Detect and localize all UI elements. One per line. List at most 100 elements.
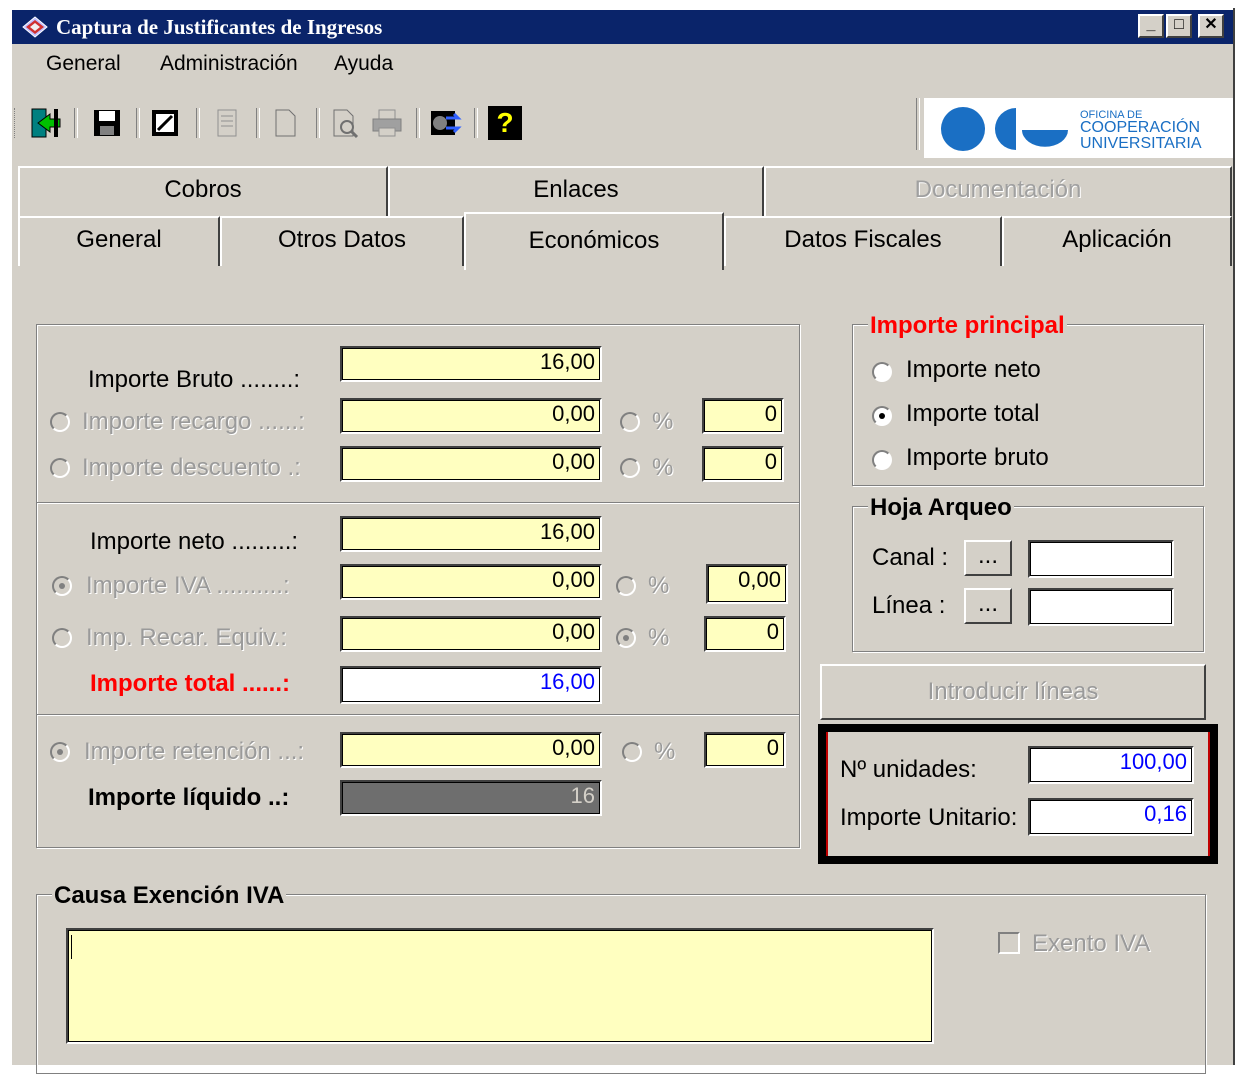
iva-field[interactable]: 0,00 bbox=[340, 564, 602, 600]
window-title: Captura de Justificantes de Ingresos bbox=[56, 15, 383, 39]
close-button[interactable]: ✕ bbox=[1198, 14, 1224, 38]
tab-otros-datos-label: Otros Datos bbox=[277, 226, 407, 253]
importe-total-option-label: Importe total bbox=[906, 400, 1040, 427]
minimize-button[interactable]: _ bbox=[1138, 14, 1164, 38]
unitario-field[interactable]: 0,16 bbox=[1028, 798, 1194, 836]
total-field[interactable]: 16,00 bbox=[340, 666, 602, 704]
hoja-arqueo-group bbox=[852, 506, 1204, 652]
app-icon bbox=[22, 16, 48, 38]
importe-total-radio[interactable] bbox=[872, 406, 892, 426]
causa-exencion-textarea[interactable] bbox=[66, 928, 934, 1044]
tab-enlaces-label: Enlaces bbox=[533, 176, 619, 203]
toolbar: ? bbox=[12, 96, 916, 150]
toolbar-separator bbox=[136, 108, 140, 138]
linea-field[interactable] bbox=[1028, 588, 1174, 626]
save-icon[interactable] bbox=[90, 106, 124, 140]
toolbar-separator bbox=[196, 108, 200, 138]
importe-neto-radio[interactable] bbox=[872, 362, 892, 382]
descuento-field[interactable]: 0,00 bbox=[340, 446, 602, 482]
amounts-divider bbox=[37, 502, 799, 504]
tab-general[interactable]: General bbox=[18, 216, 220, 266]
tab-aplicacion[interactable]: Aplicación bbox=[1002, 216, 1232, 266]
recargo-equiv-pct-label: % bbox=[648, 624, 670, 651]
causa-exencion-title: Causa Exención IVA bbox=[52, 882, 287, 910]
iva-pct-field[interactable]: 0,00 bbox=[706, 564, 788, 604]
tab-aplicacion-label: Aplicación bbox=[1062, 226, 1172, 253]
close-icon: ✕ bbox=[1204, 16, 1218, 33]
exento-iva-checkbox[interactable] bbox=[998, 932, 1020, 954]
recargo-equiv-pct-radio bbox=[616, 628, 636, 648]
print-preview-icon[interactable] bbox=[328, 106, 362, 140]
recargo-equiv-label: Imp. Recar. Equiv.: bbox=[86, 624, 287, 651]
minimize-icon: _ bbox=[1146, 16, 1156, 33]
recargo-label: Importe recargo ......: bbox=[82, 408, 305, 435]
retencion-field[interactable]: 0,00 bbox=[340, 732, 602, 768]
maximize-button[interactable]: □ bbox=[1166, 14, 1192, 38]
hoja-arqueo-title: Hoja Arqueo bbox=[868, 494, 1014, 522]
neto-label: Importe neto .........: bbox=[90, 528, 299, 555]
recargo-pct-field[interactable]: 0 bbox=[702, 398, 784, 434]
iva-pct-radio bbox=[616, 576, 636, 596]
window-right-edge bbox=[1233, 8, 1235, 1065]
text-cursor bbox=[71, 935, 72, 959]
importe-bruto-option-label: Importe bruto bbox=[906, 444, 1049, 471]
bruto-label: Importe Bruto ........: bbox=[88, 366, 301, 393]
edit-icon[interactable] bbox=[148, 106, 182, 140]
tab-general-label: General bbox=[76, 226, 162, 253]
recargo-equiv-pct-field[interactable]: 0 bbox=[704, 616, 786, 652]
menu-administracion[interactable]: Administración bbox=[160, 52, 298, 76]
toolbar-separator bbox=[74, 108, 78, 138]
exchange-icon[interactable] bbox=[428, 106, 462, 140]
descuento-pct-label: % bbox=[652, 454, 674, 481]
logo-mark bbox=[941, 107, 1068, 151]
unidades-label: Nº unidades: bbox=[840, 756, 977, 783]
tab-datos-fiscales[interactable]: Datos Fiscales bbox=[724, 216, 1002, 266]
tab-cobros[interactable]: Cobros bbox=[18, 166, 388, 216]
recargo-equiv-field[interactable]: 0,00 bbox=[340, 616, 602, 652]
tab-documentacion-label: Documentación bbox=[914, 176, 1082, 203]
maximize-icon: □ bbox=[1174, 16, 1184, 33]
document-icon[interactable] bbox=[210, 106, 244, 140]
tab-cobros-label: Cobros bbox=[164, 176, 242, 203]
help-icon[interactable]: ? bbox=[488, 106, 522, 140]
tab-datos-fiscales-label: Datos Fiscales bbox=[784, 226, 942, 253]
bruto-field[interactable]: 16,00 bbox=[340, 346, 602, 382]
descuento-pct-radio bbox=[620, 458, 640, 478]
logo-line2: COOPERACIÓN bbox=[1080, 119, 1201, 136]
unidades-field[interactable]: 100,00 bbox=[1028, 746, 1194, 784]
linea-lookup-button[interactable]: ... bbox=[964, 588, 1012, 624]
importe-bruto-radio[interactable] bbox=[872, 450, 892, 470]
canal-field[interactable] bbox=[1028, 540, 1174, 578]
tab-economicos-label: Económicos bbox=[528, 227, 660, 254]
retencion-pct-radio bbox=[622, 742, 642, 762]
menu-ayuda[interactable]: Ayuda bbox=[334, 52, 393, 76]
new-page-icon[interactable] bbox=[268, 106, 302, 140]
tab-documentacion: Documentación bbox=[764, 166, 1232, 216]
introducir-lineas-button[interactable]: Introducir líneas bbox=[820, 664, 1206, 720]
amounts-divider bbox=[37, 714, 799, 716]
tab-otros-datos[interactable]: Otros Datos bbox=[220, 216, 464, 266]
unitario-label: Importe Unitario: bbox=[840, 804, 1018, 831]
retencion-label: Importe retención ...: bbox=[84, 738, 305, 765]
toolbar-separator bbox=[416, 108, 420, 138]
menu-general[interactable]: General bbox=[46, 52, 121, 76]
toolbar-divider bbox=[916, 98, 920, 150]
descuento-label: Importe descuento .: bbox=[82, 454, 301, 481]
tab-economicos[interactable]: Económicos bbox=[464, 212, 724, 270]
toolbar-separator bbox=[256, 108, 260, 138]
toolbar-separator bbox=[474, 108, 478, 138]
retencion-pct-field[interactable]: 0 bbox=[704, 732, 786, 768]
title-bar: Captura de Justificantes de Ingresos _ □… bbox=[12, 10, 1235, 44]
iva-pct-label: % bbox=[648, 572, 670, 599]
canal-lookup-button[interactable]: ... bbox=[964, 540, 1012, 576]
neto-field[interactable]: 16,00 bbox=[340, 516, 602, 552]
liquido-field: 16 bbox=[340, 780, 602, 816]
logo-line3: UNIVERSITARIA bbox=[1080, 135, 1202, 152]
exit-icon[interactable] bbox=[30, 106, 64, 140]
tab-enlaces[interactable]: Enlaces bbox=[388, 166, 764, 216]
recargo-field[interactable]: 0,00 bbox=[340, 398, 602, 434]
retencion-pct-label: % bbox=[654, 738, 676, 765]
print-icon[interactable] bbox=[370, 106, 404, 140]
descuento-pct-field[interactable]: 0 bbox=[702, 446, 784, 482]
toolbar-grip bbox=[14, 108, 18, 138]
